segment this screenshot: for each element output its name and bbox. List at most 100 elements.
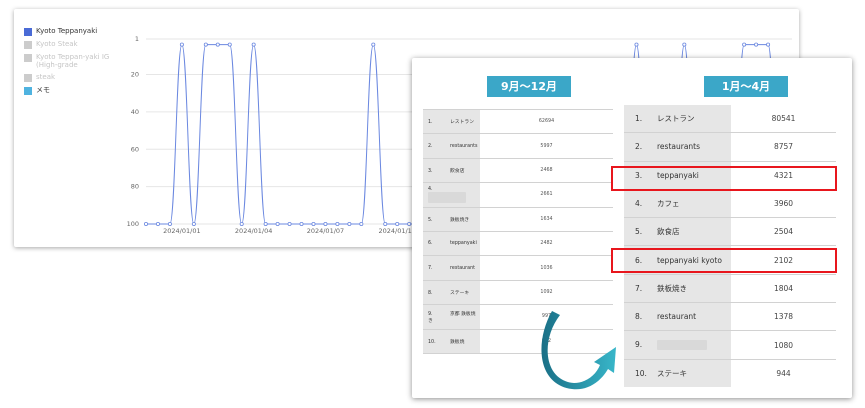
search-count-cell: 62694: [480, 108, 613, 134]
keyword-cell: 10. ステーキ: [624, 358, 731, 387]
data-point[interactable]: [371, 42, 376, 47]
data-point[interactable]: [335, 221, 340, 226]
rank-label: 1.: [635, 114, 643, 124]
keyword-label: 飲食店: [450, 168, 465, 174]
data-point[interactable]: [407, 221, 412, 226]
search-count-cell: 1080: [731, 330, 836, 360]
data-point[interactable]: [299, 221, 304, 226]
keyword-label: 鉄板焼: [450, 339, 465, 345]
table-row: 6. teppanyaki 2482: [423, 230, 613, 256]
search-count-cell: 2504: [731, 217, 836, 246]
keyword-cell: 4. カフェ: [624, 188, 731, 218]
data-point[interactable]: [754, 42, 759, 47]
keyword-label: restaurant: [450, 265, 476, 271]
keyword-label: レストラン: [450, 120, 474, 126]
keyword-label: カフェ: [657, 199, 680, 209]
keyword-cell: 7. restaurant: [423, 255, 480, 281]
rank-label: 1.: [428, 120, 433, 126]
keyword-table-jan-apr: 1. レストラン 80541 2. restaurants 8757 3. teppanyak…: [624, 105, 836, 387]
search-count-cell: 1378: [731, 302, 836, 331]
data-point[interactable]: [263, 221, 268, 226]
data-point[interactable]: [347, 221, 352, 226]
data-point[interactable]: [251, 42, 256, 47]
data-point[interactable]: [155, 221, 160, 226]
highlight-teppanyaki-kyoto: [611, 248, 837, 273]
keyword-cell: 8. restaurant: [624, 302, 731, 331]
table-row: 2. restaurants 5997: [423, 133, 613, 159]
search-count-cell: 944: [731, 358, 836, 387]
data-point[interactable]: [275, 221, 280, 226]
keyword-cell: 4.: [423, 182, 480, 208]
table-row: 7. 鉄板焼き 1804: [624, 273, 836, 303]
rank-label: 10.: [635, 368, 647, 378]
rank-label: 2.: [635, 142, 643, 152]
table-row: 2. restaurants 8757: [624, 132, 836, 162]
table-row: 7. restaurant 1036: [423, 255, 613, 281]
rank-label: 3.: [428, 168, 433, 174]
data-point[interactable]: [167, 221, 172, 226]
rank-label: 7.: [428, 265, 433, 271]
keyword-label: 鉄板焼き: [450, 217, 470, 223]
search-count-cell: 2661: [480, 182, 613, 208]
table-row: 10. ステーキ 944: [624, 358, 836, 387]
data-point[interactable]: [203, 42, 208, 47]
table-row: 1. レストラン 62694: [423, 108, 613, 134]
data-point[interactable]: [359, 221, 364, 226]
y-tick-label: 1: [135, 35, 139, 43]
data-point[interactable]: [215, 42, 220, 47]
curved-arrow-icon: [541, 311, 616, 390]
x-tick-label: 2024/01/07: [307, 227, 344, 235]
search-count-cell: 1092: [480, 279, 613, 305]
search-count-cell: 1036: [480, 255, 613, 281]
table-row: 4. カフェ 3960: [624, 188, 836, 218]
keyword-cell: 3. 飲食店: [423, 157, 480, 183]
period-badge-sep-dec: 9月〜12月: [487, 76, 571, 97]
keyword-cell: 8. ステーキ: [423, 279, 480, 305]
keyword-cell: 2. restaurants: [624, 132, 731, 162]
data-point[interactable]: [742, 42, 747, 47]
keyword-cell: 9.: [624, 330, 731, 360]
data-point[interactable]: [227, 42, 232, 47]
keyword-label: 飲食店: [657, 227, 680, 237]
rank-label: 5.: [428, 217, 433, 223]
data-point[interactable]: [143, 221, 148, 226]
data-point[interactable]: [287, 221, 292, 226]
search-count-cell: 1634: [480, 206, 613, 232]
keyword-cell: 1. レストラン: [624, 105, 731, 133]
rank-label: 7.: [635, 283, 643, 293]
keyword-label: restaurants: [450, 143, 478, 149]
keyword-cell: 9. 京都 鉄板焼き: [423, 304, 480, 330]
rank-label: 5.: [635, 227, 643, 237]
data-point[interactable]: [395, 221, 400, 226]
keyword-cell: 6. teppanyaki: [423, 230, 480, 256]
y-tick-label: 20: [131, 71, 139, 79]
data-point[interactable]: [383, 221, 388, 226]
rank-label: 9.: [428, 311, 433, 317]
keyword-label: レストラン: [657, 114, 695, 124]
data-point[interactable]: [239, 221, 244, 226]
keyword-label: ステーキ: [657, 368, 687, 378]
data-point[interactable]: [179, 42, 184, 47]
keyword-comparison-panel: 9月〜12月 1月〜4月 1. レストラン 62694 2. restaurants 59…: [412, 58, 852, 398]
rank-label: 9.: [635, 340, 643, 350]
data-point[interactable]: [311, 221, 316, 226]
redacted-keyword: [428, 191, 466, 203]
highlight-teppanyaki: [611, 166, 837, 191]
table-row: 5. 鉄板焼き 1634: [423, 206, 613, 232]
redacted-keyword: [657, 340, 707, 351]
y-tick-label: 100: [127, 220, 139, 228]
data-point[interactable]: [634, 42, 639, 47]
table-row: 4. 2661: [423, 182, 613, 208]
keyword-cell: 1. レストラン: [423, 108, 480, 134]
period-badge-jan-apr: 1月〜4月: [704, 76, 788, 97]
data-point[interactable]: [191, 221, 196, 226]
x-tick-label: 2024/01/01: [163, 227, 200, 235]
data-point[interactable]: [766, 42, 771, 47]
keyword-label: ステーキ: [450, 290, 470, 296]
data-point[interactable]: [323, 221, 328, 226]
y-tick-label: 80: [131, 183, 139, 191]
keyword-label: 鉄板焼き: [657, 283, 687, 293]
keyword-label: teppanyaki: [450, 241, 477, 247]
table-row: 8. ステーキ 1092: [423, 279, 613, 305]
data-point[interactable]: [682, 42, 687, 47]
